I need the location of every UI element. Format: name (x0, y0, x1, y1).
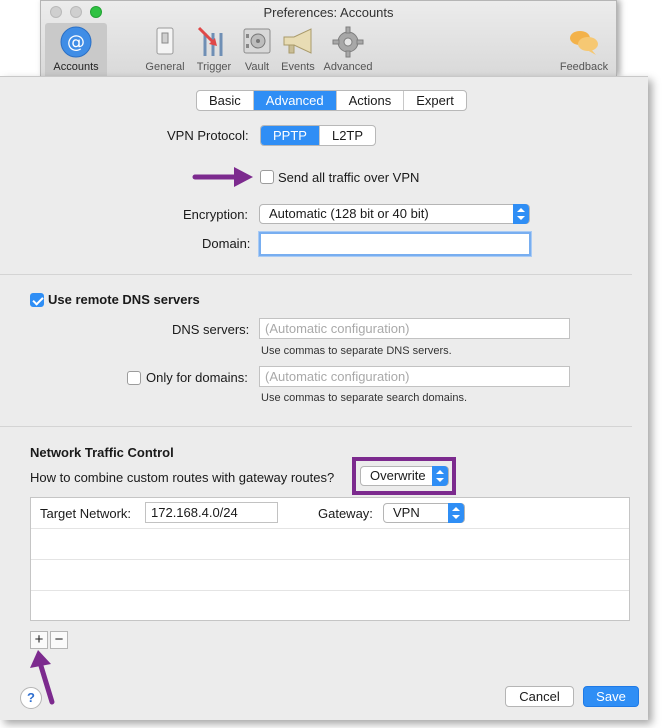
toolbar-accounts[interactable]: @ Accounts (45, 23, 107, 77)
protocol-l2tp[interactable]: L2TP (320, 126, 375, 145)
megaphone-icon (283, 28, 312, 54)
trigger-icon (197, 26, 223, 56)
at-sign-icon: @ (60, 26, 92, 58)
only-for-domains-checkbox[interactable] (127, 371, 141, 385)
add-route-button[interactable]: + (30, 631, 48, 649)
toolbar-label-advanced: Advanced (323, 61, 373, 73)
vpn-protocol-label: VPN Protocol: (167, 128, 249, 143)
section-divider (0, 426, 632, 427)
use-remote-dns-label: Use remote DNS servers (48, 292, 200, 307)
search-domains-field[interactable]: (Automatic configuration) (259, 366, 570, 387)
cancel-button[interactable]: Cancel (505, 686, 574, 707)
target-network-label: Target Network: (40, 506, 132, 521)
section-divider (0, 274, 632, 275)
traffic-control-heading: Network Traffic Control (30, 445, 174, 460)
table-row-divider (31, 559, 629, 560)
gateway-label: Gateway: (318, 506, 373, 521)
gateway-popup[interactable]: VPN (383, 503, 465, 523)
dns-servers-label: DNS servers: (172, 322, 250, 337)
window-title: Preferences: Accounts (263, 5, 394, 20)
gateway-value: VPN (393, 505, 420, 520)
toolbar-label-accounts: Accounts (53, 61, 99, 73)
toolbar-events[interactable]: Events (271, 23, 325, 77)
chevron-updown-icon (448, 503, 464, 523)
table-row-divider (31, 590, 629, 591)
remove-route-button[interactable]: − (50, 631, 68, 649)
toolbar-label-feedback: Feedback (559, 61, 609, 73)
tab-bar: Basic Advanced Actions Expert (196, 90, 467, 111)
toolbar-advanced[interactable]: Advanced (321, 23, 375, 77)
switch-icon (156, 27, 174, 55)
vpn-protocol-selector: PPTP L2TP (260, 125, 377, 146)
dns-servers-hint: Use commas to separate DNS servers. (261, 345, 452, 357)
protocol-pptp[interactable]: PPTP (261, 126, 320, 145)
tab-expert[interactable]: Expert (404, 91, 466, 110)
save-button[interactable]: Save (583, 686, 639, 707)
chevron-updown-icon (513, 204, 529, 224)
chat-bubbles-icon (570, 31, 598, 55)
tab-basic[interactable]: Basic (197, 91, 254, 110)
combine-routes-popup[interactable]: Overwrite (360, 466, 449, 486)
domain-label: Domain: (202, 236, 251, 251)
encryption-value: Automatic (128 bit or 40 bit) (269, 206, 429, 221)
encryption-popup[interactable]: Automatic (128 bit or 40 bit) (259, 204, 530, 224)
annotation-arrow (30, 650, 55, 705)
search-domains-hint: Use commas to separate search domains. (261, 392, 468, 404)
toolbar-label-events: Events (281, 61, 315, 73)
domain-field[interactable] (259, 232, 531, 256)
settings-panel: Basic Advanced Actions Expert VPN Protoc… (0, 76, 648, 720)
vault-icon (243, 28, 271, 54)
annotation-arrow (192, 167, 253, 187)
table-row[interactable]: Target Network: 172.168.4.0/24 Gateway: … (31, 498, 629, 528)
encryption-label: Encryption: (183, 207, 249, 222)
combine-routes-value: Overwrite (370, 468, 426, 483)
only-for-domains-label: Only for domains: (146, 370, 248, 385)
send-all-traffic-checkbox[interactable] (260, 170, 274, 184)
toolbar-label-general: General (145, 61, 185, 73)
use-remote-dns-checkbox[interactable] (30, 293, 44, 307)
table-row-divider (31, 528, 629, 529)
tab-actions[interactable]: Actions (337, 91, 405, 110)
svg-text:@: @ (67, 32, 85, 53)
send-all-traffic-label: Send all traffic over VPN (278, 170, 420, 185)
dns-servers-field[interactable]: (Automatic configuration) (259, 318, 570, 339)
gear-icon (332, 26, 364, 58)
preferences-toolbar-window: Preferences: Accounts @ Accounts General… (40, 0, 617, 77)
routes-table: Target Network: 172.168.4.0/24 Gateway: … (30, 497, 630, 621)
toolbar-general[interactable]: General (138, 23, 192, 77)
toolbar-feedback[interactable]: Feedback (557, 23, 611, 77)
target-network-field[interactable]: 172.168.4.0/24 (145, 502, 278, 523)
chevron-updown-icon (432, 466, 448, 486)
tab-advanced[interactable]: Advanced (253, 91, 337, 110)
combine-routes-label: How to combine custom routes with gatewa… (30, 470, 335, 485)
